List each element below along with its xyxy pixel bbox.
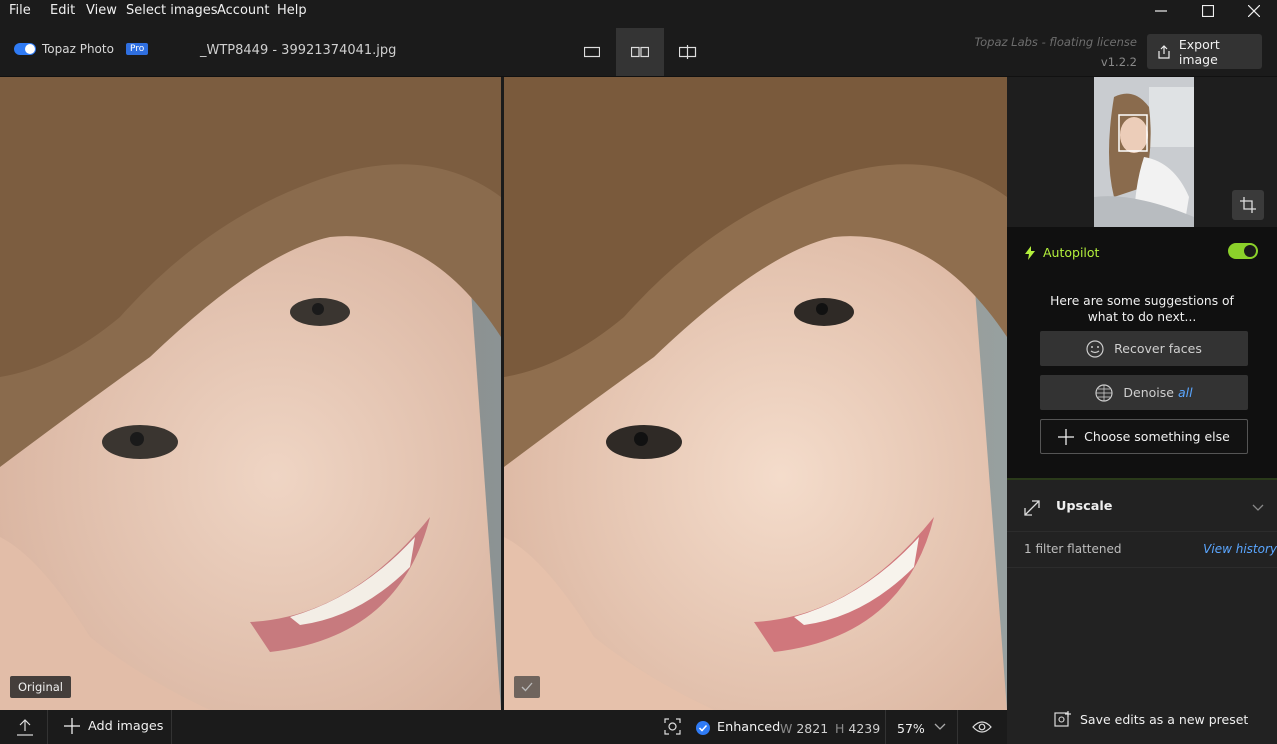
width-label: W [780, 721, 793, 736]
bottom-separator [171, 710, 172, 744]
menu-bar: File Edit View Select images Account Hel… [0, 0, 1277, 22]
face-icon [1086, 339, 1104, 358]
bottom-separator [885, 710, 886, 744]
height-label: H [835, 721, 845, 736]
bottom-bar: Add images Enhanced W 2821 H 4239 57% [0, 710, 1007, 744]
denoise-icon [1095, 383, 1114, 402]
autopilot-label: Autopilot [1043, 245, 1100, 260]
denoise-button[interactable]: Denoise all [1040, 375, 1248, 410]
minimize-button[interactable] [1138, 0, 1184, 22]
chevron-down-icon [1252, 504, 1264, 511]
check-icon [521, 682, 533, 692]
title-bar: Topaz Photo Pro _WTP8449 - 39921374041.j… [0, 22, 1277, 77]
upscale-label: Upscale [1056, 499, 1113, 514]
zoom-level[interactable]: 57% [897, 721, 925, 736]
split-view-button[interactable] [664, 28, 712, 76]
navigator [1007, 77, 1277, 227]
save-preset-button[interactable]: Save edits as a new preset [1054, 710, 1248, 728]
crop-button[interactable] [1232, 190, 1264, 220]
denoise-scope: all [1177, 385, 1193, 400]
add-images-button[interactable]: Add images [64, 718, 163, 734]
chevron-down-icon[interactable] [934, 723, 946, 731]
license-text: Topaz Labs - floating license [974, 35, 1138, 49]
add-images-label: Add images [88, 718, 164, 734]
original-photo [0, 77, 501, 710]
choose-something-else-button[interactable]: Choose something else [1040, 419, 1248, 454]
split-view-icon [679, 45, 697, 59]
face-detect-icon[interactable] [664, 718, 681, 735]
single-view-icon [584, 46, 600, 58]
topaz-logo-icon [14, 43, 36, 55]
close-icon [1248, 5, 1260, 17]
menu-file[interactable]: File [9, 3, 31, 18]
export-icon [1158, 44, 1170, 59]
export-label: Export image [1178, 36, 1220, 67]
side-by-side-view-button[interactable] [616, 28, 664, 76]
app-name: Topaz Photo [42, 42, 114, 56]
width-value: 2821 [796, 721, 829, 736]
plus-icon [1058, 428, 1075, 445]
height-value: 4239 [848, 721, 881, 736]
enhanced-preview[interactable] [504, 77, 1007, 710]
enhanced-check-badge [514, 676, 540, 698]
version-text: v1.2.2 [1100, 55, 1137, 69]
crop-icon [1240, 197, 1256, 213]
width-readout: W 2821 [780, 721, 828, 736]
menu-help[interactable]: Help [277, 3, 307, 18]
expand-arrows-icon [1024, 500, 1040, 516]
single-view-button[interactable] [568, 28, 616, 76]
close-button[interactable] [1231, 0, 1277, 22]
maximize-icon [1202, 5, 1214, 17]
eye-icon[interactable] [972, 720, 992, 734]
original-label: Original [10, 676, 72, 698]
filter-status: 1 filter flattened [1024, 542, 1122, 556]
bottom-separator [47, 710, 48, 744]
navigator-thumbnail[interactable] [1094, 77, 1194, 227]
view-history-link[interactable]: View history [1177, 542, 1277, 556]
thumbnail-photo [1094, 77, 1194, 227]
bottom-separator [957, 710, 958, 744]
upload-icon[interactable] [16, 718, 34, 736]
enhanced-label: Enhanced [717, 720, 781, 735]
choose-else-label: Choose something else [1084, 429, 1230, 444]
side-by-side-icon [631, 46, 649, 58]
export-image-button[interactable]: Export image [1147, 34, 1262, 69]
menu-select-images[interactable]: Select images [126, 3, 218, 18]
autopilot-header: Autopilot [1025, 245, 1099, 260]
menu-edit[interactable]: Edit [50, 3, 75, 18]
maximize-button[interactable] [1185, 0, 1231, 22]
file-name: _WTP8449 - 39921374041.jpg [200, 43, 397, 58]
suggestion-text: Here are some suggestions of what to do … [1050, 294, 1234, 324]
history-row: 1 filter flattened View history [1007, 532, 1277, 568]
menu-view[interactable]: View [86, 3, 117, 18]
enhanced-toggle[interactable]: Enhanced [696, 720, 780, 735]
app-logo: Topaz Photo Pro [14, 42, 149, 56]
denoise-label: Denoise [1123, 385, 1174, 400]
right-panel: Autopilot Here are some suggestions of w… [1007, 77, 1277, 744]
menu-account[interactable]: Account [217, 3, 270, 18]
plus-icon [64, 718, 80, 734]
recover-faces-button[interactable]: Recover faces [1040, 331, 1248, 366]
height-readout: H 4239 [835, 721, 880, 736]
check-circle-icon [696, 720, 710, 735]
upscale-section[interactable]: Upscale [1007, 482, 1277, 532]
pro-badge: Pro [125, 43, 149, 55]
save-preset-icon [1054, 711, 1071, 727]
minimize-icon [1155, 10, 1167, 12]
recover-faces-label: Recover faces [1114, 341, 1202, 356]
autopilot-toggle[interactable] [1228, 243, 1258, 259]
save-preset-label: Save edits as a new preset [1080, 711, 1249, 727]
lightning-icon [1025, 245, 1035, 260]
autopilot-section: Autopilot Here are some suggestions of w… [1007, 227, 1277, 480]
enhanced-photo [504, 77, 1007, 710]
original-preview[interactable]: Original [0, 77, 501, 710]
